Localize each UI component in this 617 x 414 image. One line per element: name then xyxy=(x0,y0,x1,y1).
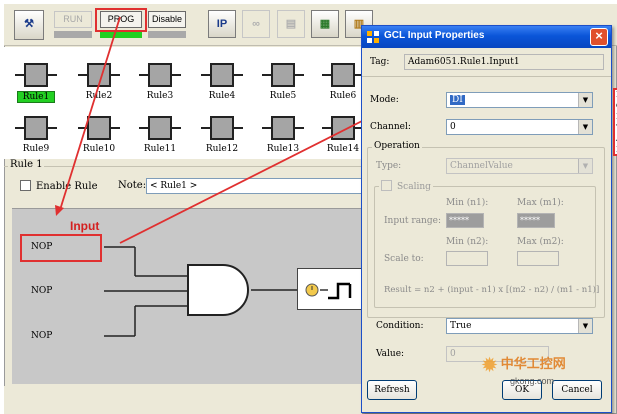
status-strip xyxy=(4,386,362,414)
min-n2-label: Min (n2): xyxy=(446,237,489,247)
input-nop-2[interactable]: NOP xyxy=(31,286,52,296)
mode-select[interactable]: DI ▼ xyxy=(446,92,593,108)
type-value: ChannelValue xyxy=(450,161,513,171)
min-n2-input[interactable] xyxy=(446,251,488,266)
condition-label: Condition: xyxy=(376,321,424,331)
scaling-checkbox[interactable]: Scaling xyxy=(379,180,433,192)
channel-label: Channel: xyxy=(370,122,411,132)
and-gate[interactable] xyxy=(187,264,249,316)
tag-field[interactable]: Adam6051.Rule1.Input1 xyxy=(404,54,604,70)
refresh-label: Refresh xyxy=(374,385,410,395)
watermark-text: 中华工控网 xyxy=(500,356,566,371)
scaling-label: Scaling xyxy=(397,182,431,192)
value-label: Value: xyxy=(376,349,405,359)
scale-to-label: Scale to: xyxy=(384,254,424,264)
timer-icon xyxy=(305,282,352,300)
cancel-label: Cancel xyxy=(561,385,593,395)
condition-select[interactable]: True ▼ xyxy=(446,318,593,334)
scaling-formula: Result = n2 + (input - n1) x [(m2 - n2) … xyxy=(384,285,600,295)
condition-value: True xyxy=(450,321,472,331)
channel-select[interactable]: 0 ▼ xyxy=(446,119,593,135)
max-m1-label: Max (m1): xyxy=(517,198,564,208)
chevron-down-icon[interactable]: ▼ xyxy=(578,93,592,107)
max-m2-input[interactable] xyxy=(517,251,559,266)
dialog-titlebar[interactable]: GCL Input Properties × xyxy=(362,26,611,48)
input-nop-1[interactable]: NOP xyxy=(31,242,52,252)
output-block[interactable] xyxy=(297,268,362,310)
chevron-down-icon[interactable]: ▼ xyxy=(578,159,592,173)
mode-value: DI xyxy=(450,95,465,105)
max-m2-label: Max (m2): xyxy=(517,237,564,247)
close-icon[interactable]: × xyxy=(590,28,608,46)
mode-options-panel: M C F T A D xyxy=(613,88,617,156)
type-label: Type: xyxy=(376,161,402,171)
ok-label: OK xyxy=(514,385,530,395)
scaling-check-box[interactable] xyxy=(381,180,392,191)
refresh-button[interactable]: Refresh xyxy=(367,380,417,400)
mode-label: Mode: xyxy=(370,95,399,105)
min-n1-label: Min (n1): xyxy=(446,198,489,208)
input-range-label: Input range: xyxy=(384,216,441,226)
watermark-url: gkong.com xyxy=(510,376,555,386)
operation-title: Operation xyxy=(372,141,422,151)
gear-icon: ✹ xyxy=(482,355,498,375)
chevron-down-icon[interactable]: ▼ xyxy=(578,319,592,333)
max-m1-input[interactable]: ***** xyxy=(517,213,555,228)
gcl-app-icon xyxy=(367,31,379,43)
chevron-down-icon[interactable]: ▼ xyxy=(578,120,592,134)
min-n1-input[interactable]: ***** xyxy=(446,213,484,228)
input-nop-3[interactable]: NOP xyxy=(31,331,52,341)
tag-label: Tag: xyxy=(370,57,390,67)
type-select[interactable]: ChannelValue ▼ xyxy=(446,158,593,174)
dialog-title: GCL Input Properties xyxy=(384,30,485,41)
watermark: ✹ 中华工控网 gkong.com xyxy=(482,353,566,386)
input-annotation: Input xyxy=(70,219,100,233)
channel-value: 0 xyxy=(450,122,456,132)
